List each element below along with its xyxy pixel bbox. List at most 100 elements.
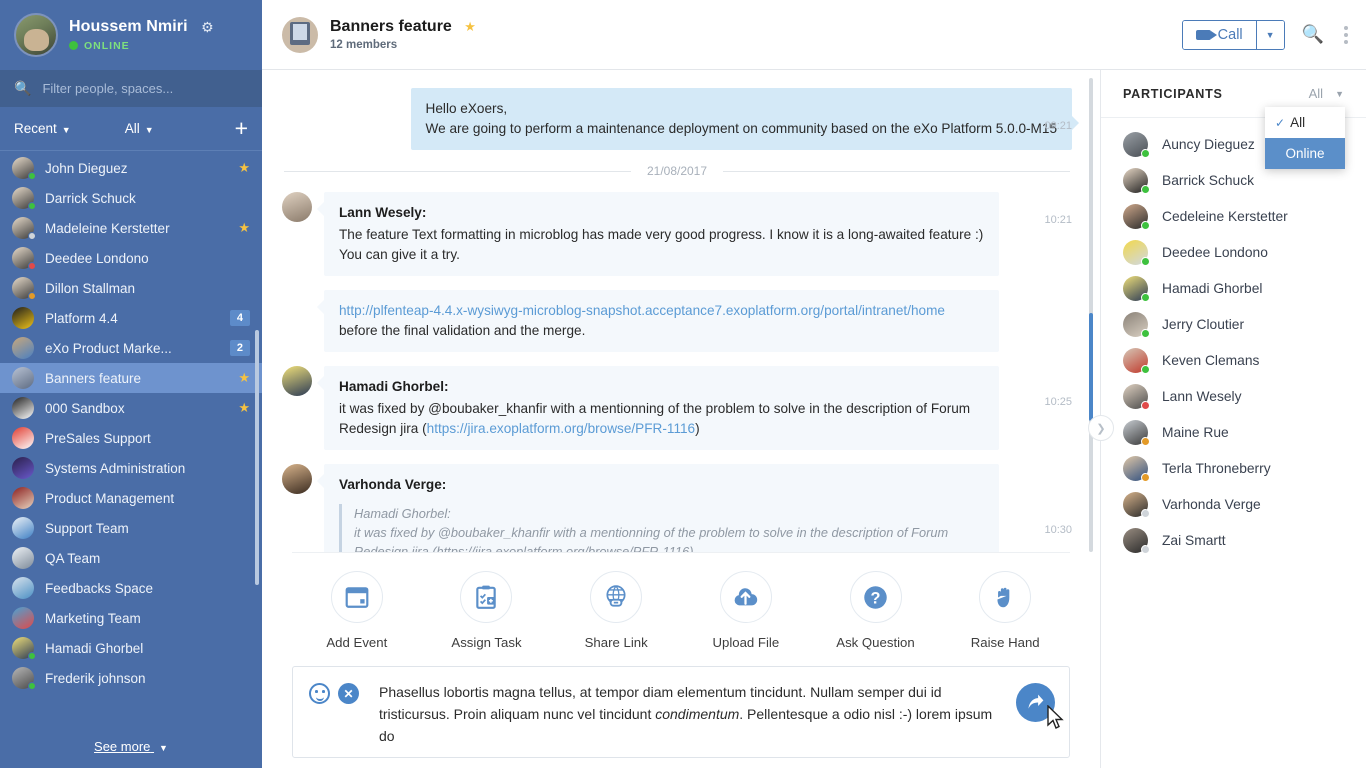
emoji-smiley-icon[interactable] — [309, 683, 330, 704]
composer-icons: ✕ — [309, 681, 359, 704]
sidebar-search[interactable]: 🔍 — [0, 70, 262, 107]
message-line: The feature Text formatting in microblog… — [339, 227, 984, 242]
sidebar-item-hamadi-ghorbel[interactable]: Hamadi Ghorbel — [0, 633, 262, 663]
dropdown-option-online[interactable]: Online — [1265, 138, 1345, 169]
message-bubble-own: Hello eXoers, We are going to perform a … — [410, 88, 1080, 150]
sidebar-item-label: QA Team — [45, 550, 101, 566]
message-link[interactable]: https://jira.exoplatform.org/browse/PFR-… — [427, 421, 695, 436]
action-share-link[interactable]: Share Link — [551, 571, 681, 650]
action-label: Ask Question — [836, 635, 915, 650]
avatar — [1123, 311, 1150, 338]
star-icon[interactable]: ★ — [238, 160, 250, 176]
avatar — [12, 247, 36, 270]
participant-item[interactable]: Cedeleine Kerstetter — [1101, 198, 1366, 234]
close-x-icon[interactable]: ✕ — [338, 683, 359, 704]
sidebar-item-label: Product Management — [45, 490, 175, 506]
participants-panel: ❯ PARTICIPANTS All ▼ ✓ All Online Auncy … — [1088, 70, 1366, 768]
sidebar-item-exo-product-marke[interactable]: eXo Product Marke... 2 — [0, 333, 262, 363]
sidebar-item-presales-support[interactable]: PreSales Support — [0, 423, 262, 453]
sidebar-item-madeleine-kerstetter[interactable]: Madeleine Kerstetter ★ — [0, 213, 262, 243]
star-icon[interactable]: ★ — [464, 19, 476, 35]
gear-icon[interactable]: ⚙ — [201, 19, 214, 36]
action-label: Upload File — [712, 635, 780, 650]
user-info: Houssem Nmiri ⚙ ONLINE — [69, 18, 248, 52]
sidebar-item-label: Deedee Londono — [45, 250, 149, 266]
chat-scrollbar[interactable] — [1089, 78, 1093, 552]
filter-recent[interactable]: Recent ▼ — [14, 121, 71, 136]
avatar — [12, 547, 34, 569]
search-input[interactable] — [42, 81, 248, 96]
sidebar-item-systems-administration[interactable]: Systems Administration — [0, 453, 262, 483]
star-icon[interactable]: ★ — [238, 220, 250, 236]
action-assign-task[interactable]: Assign Task — [422, 571, 552, 650]
dropdown-option-all[interactable]: ✓ All — [1265, 107, 1345, 138]
search-icon[interactable]: 🔍 — [1302, 24, 1324, 45]
sidebar-item-platform-4-4[interactable]: Platform 4.4 4 — [0, 303, 262, 333]
sidebar-item-product-management[interactable]: Product Management — [0, 483, 262, 513]
user-status-label: ONLINE — [84, 39, 130, 52]
avatar[interactable] — [282, 366, 312, 396]
participant-item[interactable]: Jerry Cloutier — [1101, 306, 1366, 342]
sidebar-item-banners-feature[interactable]: Banners feature ★ — [0, 363, 262, 393]
sidebar-item-support-team[interactable]: Support Team — [0, 513, 262, 543]
sidebar-item-darrick-schuck[interactable]: Darrick Schuck — [0, 183, 262, 213]
message-composer[interactable]: ✕ Phasellus lobortis magna tellus, at te… — [292, 666, 1070, 758]
clipboard-task-icon — [460, 571, 513, 623]
participant-name: Hamadi Ghorbel — [1162, 280, 1263, 296]
sidebar-item-feedbacks-space[interactable]: Feedbacks Space — [0, 573, 262, 603]
participant-item[interactable]: Zai Smartt — [1101, 522, 1366, 558]
participant-item[interactable]: Terla Throneberry — [1101, 450, 1366, 486]
call-dropdown-button[interactable]: ▼ — [1255, 20, 1284, 49]
sidebar-item-label: Dillon Stallman — [45, 280, 136, 296]
chevron-down-icon: ▼ — [1335, 88, 1344, 99]
participant-item[interactable]: Varhonda Verge — [1101, 486, 1366, 522]
sidebar-user-header[interactable]: Houssem Nmiri ⚙ ONLINE — [0, 0, 262, 70]
message-row: Hamadi Ghorbel: it was fixed by @boubake… — [282, 366, 1072, 450]
action-ask-question[interactable]: ? Ask Question — [811, 571, 941, 650]
kebab-menu-icon[interactable] — [1344, 25, 1348, 44]
sidebar-item-000-sandbox[interactable]: 000 Sandbox ★ — [0, 393, 262, 423]
star-icon[interactable]: ★ — [238, 400, 250, 416]
participants-filter[interactable]: All ▼ — [1309, 86, 1344, 101]
action-add-event[interactable]: Add Event — [292, 571, 422, 650]
participant-name: Deedee Londono — [1162, 244, 1268, 260]
chat-scrollbar-thumb[interactable] — [1089, 313, 1093, 421]
participant-item[interactable]: Hamadi Ghorbel — [1101, 270, 1366, 306]
action-upload-file[interactable]: Upload File — [681, 571, 811, 650]
message-line: before the final validation and the merg… — [339, 323, 586, 338]
globe-link-icon — [590, 571, 643, 623]
user-avatar[interactable] — [14, 13, 58, 57]
participant-item[interactable]: Maine Rue — [1101, 414, 1366, 450]
see-more-button[interactable]: See more ▼ — [0, 729, 262, 768]
sidebar-item-john-dieguez[interactable]: John Dieguez ★ — [0, 153, 262, 183]
sidebar-item-deedee-londono[interactable]: Deedee Londono — [0, 243, 262, 273]
action-raise-hand[interactable]: Raise Hand — [940, 571, 1070, 650]
participant-item[interactable]: Lann Wesely — [1101, 378, 1366, 414]
avatar[interactable] — [282, 192, 312, 222]
separator-line — [284, 170, 631, 172]
sidebar-item-marketing-team[interactable]: Marketing Team — [0, 603, 262, 633]
add-button[interactable]: + — [235, 117, 248, 140]
sidebar-item-frederik-johnson[interactable]: Frederik johnson — [0, 663, 262, 693]
sidebar-item-label: Systems Administration — [45, 460, 186, 476]
participant-item[interactable]: Deedee Londono — [1101, 234, 1366, 270]
message-bubble: Varhonda Verge: Hamadi Ghorbel: it was f… — [317, 464, 999, 552]
unread-badge: 4 — [229, 310, 250, 326]
message-link[interactable]: http://plfenteap-4.4.x-wysiwyg-microblog… — [339, 303, 945, 318]
sidebar-item-qa-team[interactable]: QA Team — [0, 543, 262, 573]
sidebar-scrollbar[interactable] — [255, 330, 259, 585]
content-row: Hello eXoers, We are going to perform a … — [262, 70, 1366, 768]
avatar[interactable] — [282, 464, 312, 494]
star-icon[interactable]: ★ — [238, 370, 250, 386]
sidebar-item-label: Madeleine Kerstetter — [45, 220, 170, 236]
call-button[interactable]: Call — [1182, 20, 1256, 49]
participant-item[interactable]: Keven Clemans — [1101, 342, 1366, 378]
upload-cloud-icon — [719, 571, 772, 623]
message-time: 10:30 — [1044, 524, 1072, 536]
avatar — [1123, 131, 1150, 158]
sidebar-item-dillon-stallman[interactable]: Dillon Stallman — [0, 273, 262, 303]
sidebar-item-label: Platform 4.4 — [45, 310, 118, 326]
chevron-right-icon[interactable]: ❯ — [1088, 415, 1114, 441]
filter-all[interactable]: All ▼ — [125, 121, 154, 136]
composer-input[interactable]: Phasellus lobortis magna tellus, at temp… — [379, 681, 993, 747]
